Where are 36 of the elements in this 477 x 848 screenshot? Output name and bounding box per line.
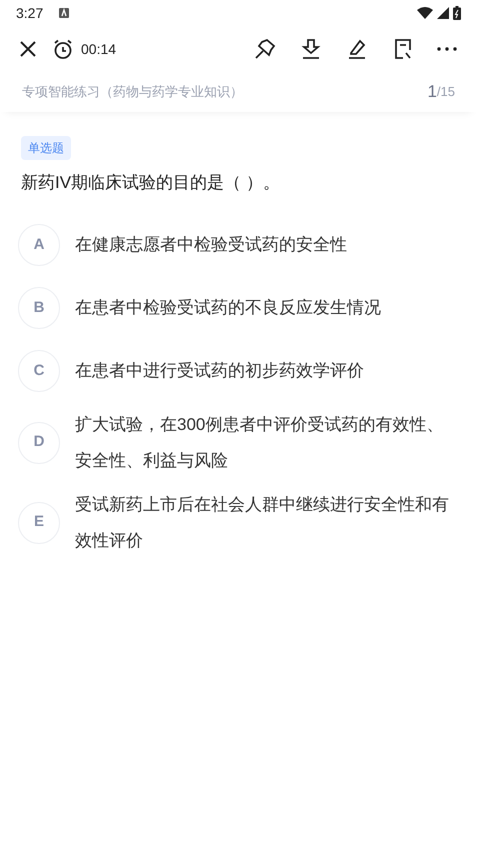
pin-button[interactable] (253, 37, 277, 61)
status-time: 3:27 (16, 4, 44, 22)
notification-icon (59, 8, 70, 18)
option-letter: A (18, 224, 60, 266)
timer-text: 00:14 (81, 40, 116, 58)
option-text: 在患者中检验受试药的不良反应发生情况 (75, 297, 382, 319)
option-letter: B (18, 287, 60, 329)
option-text: 受试新药上市后在社会人群中继续进行安全性和有效性评价 (75, 494, 450, 552)
answer-option[interactable]: E 受试新药上市后在社会人群中继续进行安全性和有效性评价 (18, 482, 459, 562)
question-text: 新药IV期临床试验的目的是（ ）。 (21, 172, 281, 194)
option-letter: C (18, 350, 60, 392)
close-icon (19, 40, 37, 58)
download-icon (301, 38, 321, 60)
alarm-clock-icon (53, 39, 73, 59)
eraser-icon (347, 38, 367, 60)
answer-option[interactable]: C 在患者中进行受试药的初步药效学评价 (18, 340, 459, 402)
option-text: 在患者中进行受试药的初步药效学评价 (75, 360, 365, 382)
download-button[interactable] (299, 37, 323, 61)
question-total: /15 (436, 83, 455, 102)
close-button[interactable] (18, 39, 38, 59)
option-text: 扩大试验，在300例患者中评价受试药的有效性、安全性、利益与风险 (75, 414, 444, 472)
pin-icon (254, 38, 276, 60)
current-question-number: 1 (427, 81, 437, 104)
option-text: 在健康志愿者中检验受试药的安全性 (75, 234, 348, 256)
option-letter: E (18, 502, 60, 544)
answer-option[interactable]: B 在患者中检验受试药的不良反应发生情况 (18, 276, 459, 340)
more-icon (437, 47, 457, 51)
answer-option[interactable]: D 扩大试验，在300例患者中评价受试药的有效性、安全性、利益与风险 (18, 402, 459, 482)
note-icon (393, 38, 413, 60)
exercise-title: 专项智能练习（药物与药学专业知识） (22, 83, 243, 102)
question-type-tag: 单选题 (21, 136, 71, 160)
option-letter: D (18, 422, 60, 464)
signal-icon (437, 7, 449, 19)
wifi-icon (417, 7, 433, 19)
battery-icon (453, 6, 461, 20)
answer-option[interactable]: A 在健康志愿者中检验受试药的安全性 (18, 214, 459, 276)
